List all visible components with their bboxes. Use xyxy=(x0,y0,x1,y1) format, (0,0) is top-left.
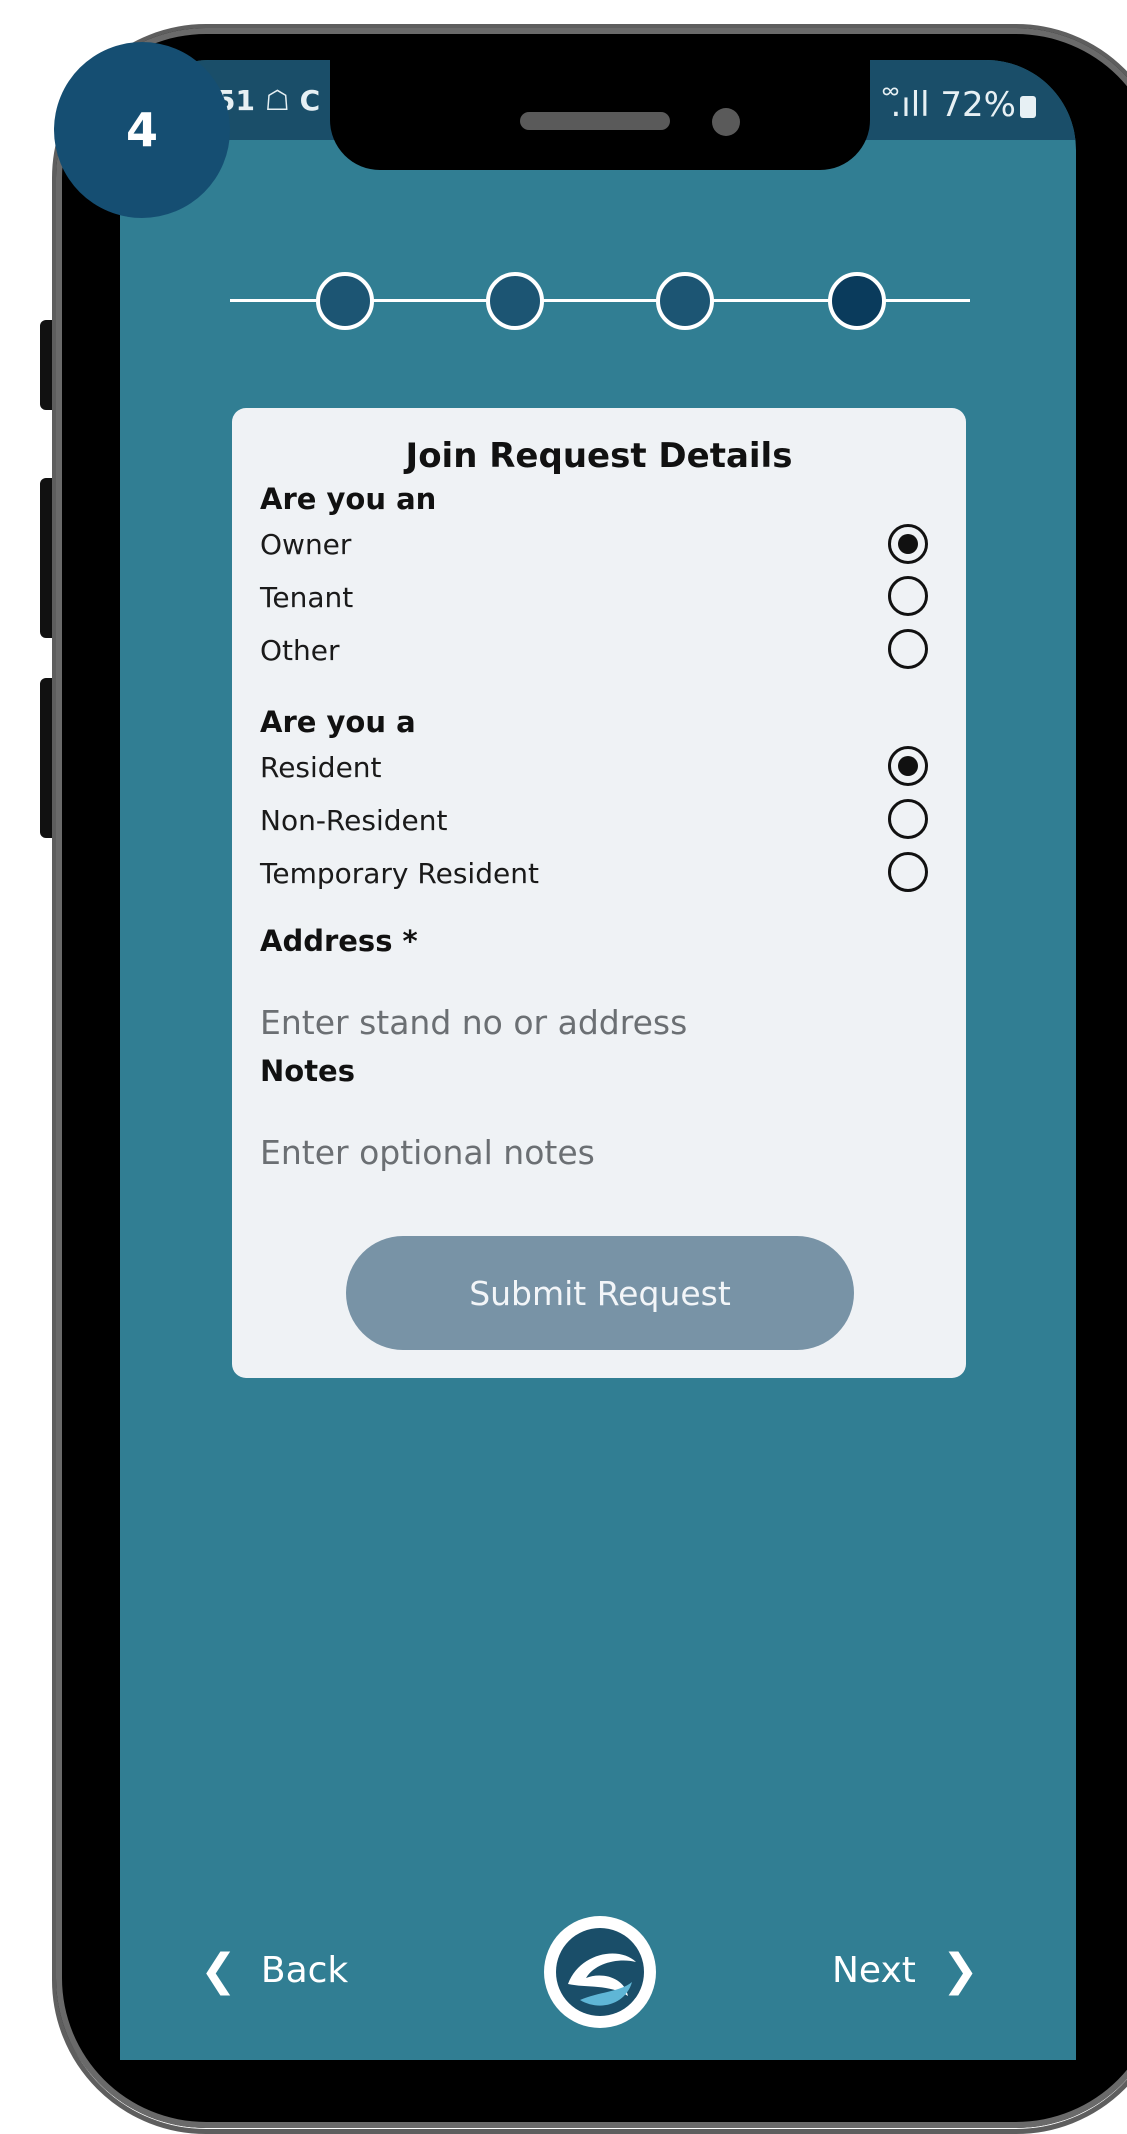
step-number-badge: 4 xyxy=(54,42,230,218)
radio-non-resident[interactable] xyxy=(888,799,928,839)
join-request-card: Join Request Details Are you an Owner Te… xyxy=(232,408,966,1378)
status-right: ᪲.ıll 72% xyxy=(890,80,1036,126)
step-2 xyxy=(486,272,544,330)
back-label: Back xyxy=(260,1950,349,1991)
step-3 xyxy=(656,272,714,330)
notes-input[interactable] xyxy=(260,1126,940,1178)
chevron-left-icon: ❮ xyxy=(200,1945,237,1996)
progress-stepper xyxy=(230,272,970,330)
residency-label: Are you a xyxy=(260,705,416,739)
app-logo-icon xyxy=(544,1916,656,2028)
speaker-grille xyxy=(520,112,670,130)
screen: 51 ☖ C ᪲.ıll 72% Join Request Details Ar… xyxy=(120,60,1076,2060)
camera-icon xyxy=(712,108,740,136)
notes-label: Notes xyxy=(260,1054,355,1088)
owner-type-label: Are you an xyxy=(260,482,437,516)
notch xyxy=(330,50,870,170)
option-resident-label: Resident xyxy=(260,751,382,784)
option-owner-label: Owner xyxy=(260,528,352,561)
submit-request-button[interactable]: Submit Request xyxy=(346,1236,854,1350)
chevron-right-icon: ❯ xyxy=(941,1945,979,1996)
radio-owner[interactable] xyxy=(888,524,928,564)
next-button[interactable]: Next ❯ xyxy=(832,1945,979,1996)
radio-other[interactable] xyxy=(888,629,928,669)
option-tenant-label: Tenant xyxy=(260,581,354,614)
address-label: Address * xyxy=(260,924,418,958)
step-1 xyxy=(316,272,374,330)
address-input[interactable] xyxy=(260,996,940,1048)
next-label: Next xyxy=(832,1950,916,1991)
option-other-label: Other xyxy=(260,634,340,667)
status-right-text: ᪲.ıll 72% xyxy=(890,85,1016,125)
card-title: Join Request Details xyxy=(405,436,793,476)
radio-temporary-resident[interactable] xyxy=(888,852,928,892)
back-button[interactable]: ❮ Back xyxy=(200,1945,348,1996)
radio-tenant[interactable] xyxy=(888,576,928,616)
option-temporary-resident-label: Temporary Resident xyxy=(260,857,539,890)
status-left: 51 ☖ C xyxy=(216,84,321,117)
step-4 xyxy=(828,272,886,330)
radio-resident[interactable] xyxy=(888,746,928,786)
battery-icon xyxy=(1020,95,1036,118)
option-non-resident-label: Non-Resident xyxy=(260,804,448,837)
